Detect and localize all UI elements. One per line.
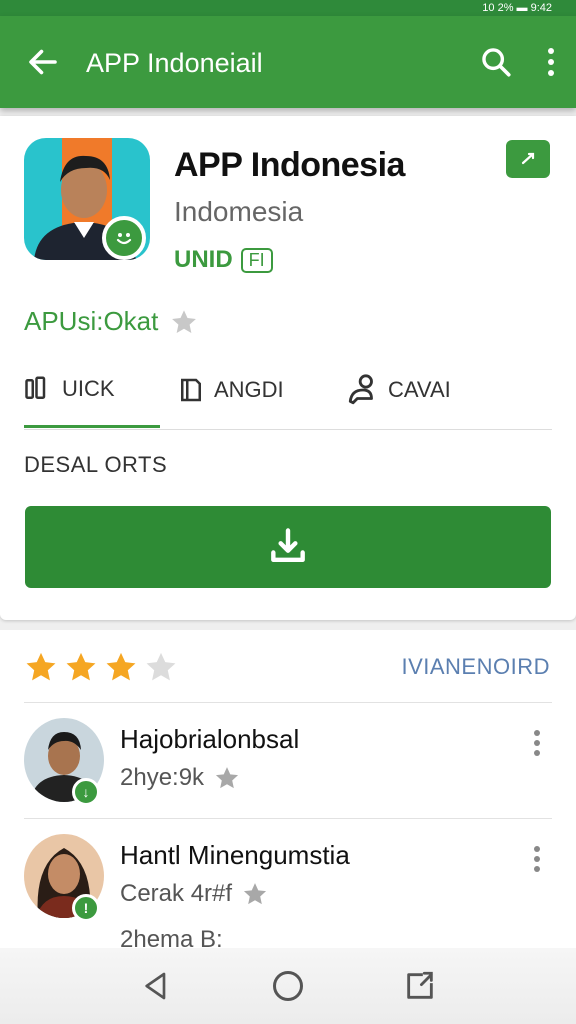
status-bar: 10 2% ▬ 9:42 xyxy=(0,0,576,16)
arrow-left-icon xyxy=(29,49,57,75)
download-icon xyxy=(271,528,305,563)
book-icon xyxy=(181,378,201,402)
tab-row: UICK ANGDI CAVAI xyxy=(24,352,552,430)
search-button[interactable] xyxy=(466,16,526,108)
verified-badge-icon: ! xyxy=(72,894,100,922)
star-filled-icon xyxy=(26,652,56,681)
app-bar: APP Indoneiail xyxy=(0,16,576,108)
nav-home-button[interactable] xyxy=(258,956,318,1016)
status-text: 10 2% ▬ 9:42 xyxy=(482,2,552,14)
tab-label: ANGDI xyxy=(214,377,284,402)
system-nav-bar xyxy=(0,948,576,1024)
star-icon xyxy=(172,309,197,333)
verified-badge-icon: ↓ xyxy=(72,778,100,806)
app-name: APP Indonesia xyxy=(174,146,405,184)
review-meta: Cerak 4r#f xyxy=(120,880,268,908)
review-meta-text: Cerak 4r#f xyxy=(120,880,233,907)
star-filled-icon xyxy=(106,652,136,681)
tab-label: CAVAI xyxy=(388,377,451,402)
review-meta-text: 2hye:9k xyxy=(120,764,205,791)
person-chat-icon xyxy=(348,374,373,405)
triangle-back-icon xyxy=(145,972,166,1000)
section-label: DESAL ORTS xyxy=(24,452,168,477)
app-tag-box: FI xyxy=(240,247,273,273)
divider xyxy=(24,702,552,703)
divider xyxy=(24,818,552,819)
square-recents-icon xyxy=(407,971,433,999)
app-detail-card: APP Indonesia Indomesia UNID FI APUsi:Ok… xyxy=(0,116,576,620)
app-developer[interactable]: Indomesia xyxy=(174,196,303,228)
star-filled-icon xyxy=(66,652,96,681)
nav-recents-button[interactable] xyxy=(390,956,450,1016)
review-meta: 2hye:9k xyxy=(120,764,240,792)
bars-icon xyxy=(25,376,46,399)
rating-text: APUsi:Okat xyxy=(24,306,159,336)
reviewer-name: Hantl Minengumstia xyxy=(120,840,350,870)
review-more-button[interactable] xyxy=(522,846,552,872)
tab-cavai[interactable]: CAVAI xyxy=(330,352,481,428)
app-tag-text: UNID xyxy=(174,246,233,273)
tab-angdi[interactable]: ANGDI xyxy=(160,352,330,428)
app-tag: UNID FI xyxy=(174,246,273,274)
app-bar-title: APP Indoneiail xyxy=(86,47,263,78)
back-button[interactable] xyxy=(0,16,86,108)
rating-line: APUsi:Okat xyxy=(24,306,198,337)
nav-back-button[interactable] xyxy=(126,956,186,1016)
circle-home-icon xyxy=(273,971,303,1001)
reviewer-name: Hajobrialonbsal xyxy=(120,724,300,754)
smile-badge-icon xyxy=(102,216,146,260)
star-icon xyxy=(216,767,239,789)
overflow-menu-button[interactable] xyxy=(526,16,576,108)
tab-label: UICK xyxy=(62,375,115,401)
star-icon xyxy=(243,883,267,905)
review-item[interactable]: ↓ Hajobrialonbsal 2hye:9k xyxy=(24,718,552,818)
review-item[interactable]: ! Hantl Minengumstia Cerak 4r#f 2hema B: xyxy=(24,834,552,964)
review-more-button[interactable] xyxy=(522,730,552,756)
rating-stars xyxy=(24,650,178,684)
search-icon xyxy=(482,48,511,77)
tab-uick[interactable]: UICK xyxy=(24,352,160,428)
star-empty-icon xyxy=(146,652,176,681)
more-vert-icon xyxy=(548,48,554,76)
see-more-link[interactable]: IVIANENOIRD xyxy=(401,654,550,680)
chat-icon[interactable] xyxy=(506,140,550,178)
install-button[interactable] xyxy=(25,506,551,588)
